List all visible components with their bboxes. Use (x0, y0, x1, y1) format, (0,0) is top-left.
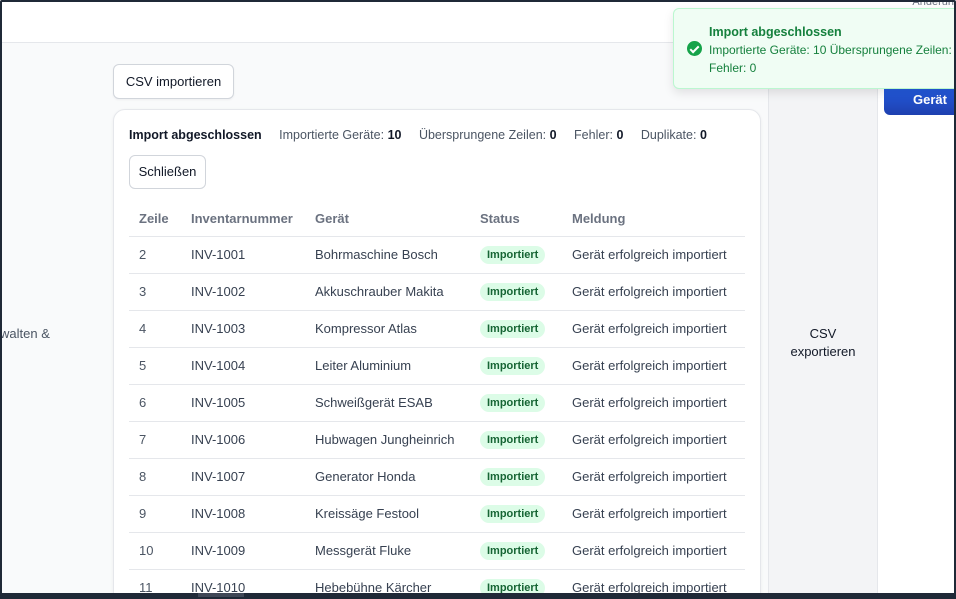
cell-status: Importiert (470, 532, 562, 570)
cell-device: Messgerät Fluke (305, 532, 470, 570)
toast-line-1: Importierte Geräte: 10 Übersprungene Zei… (709, 43, 956, 57)
col-header-status: Status (470, 202, 562, 237)
table-row: 3 INV-1002 Akkuschrauber Makita Importiert G… (129, 273, 745, 311)
table-row: 8 INV-1007 Generator Honda Importiert Gerät … (129, 458, 745, 496)
cell-message: Gerät erfolgreich importiert (562, 495, 745, 533)
stat-duplicates: Duplikate: 0 (640, 128, 707, 142)
cell-message: Gerät erfolgreich importiert (562, 273, 745, 311)
cell-line: 2 (129, 236, 181, 274)
cell-device: Hubwagen Jungheinrich (305, 421, 470, 459)
col-header-line: Zeile (129, 202, 181, 237)
cell-message: Gerät erfolgreich importiert (562, 347, 745, 385)
table-row: 5 INV-1004 Leiter Aluminium Importiert Gerät… (129, 347, 745, 385)
cell-line: 6 (129, 384, 181, 422)
cell-message: Gerät erfolgreich importiert (562, 310, 745, 348)
import-result-table: Zeile Inventarnummer Gerät Status Meldun… (129, 202, 745, 599)
cell-status: Importiert (470, 310, 562, 348)
cell-message: Gerät erfolgreich importiert (562, 458, 745, 496)
status-badge: Importiert (480, 393, 546, 412)
cell-status: Importiert (470, 458, 562, 496)
table-header-row: Zeile Inventarnummer Gerät Status Meldun… (129, 202, 745, 237)
import-result-card: Import abgeschlossen Importierte Geräte:… (113, 109, 761, 599)
cell-device: Kompressor Atlas (305, 310, 470, 348)
status-badge: Importiert (480, 541, 546, 560)
cell-device: Akkuschrauber Makita (305, 273, 470, 311)
cell-status: Importiert (470, 421, 562, 459)
cell-line: 3 (129, 273, 181, 311)
cell-inventory: INV-1009 (181, 532, 305, 570)
table-row: 2 INV-1001 Bohrmaschine Bosch Importiert Ger… (129, 236, 745, 274)
cell-device: Bohrmaschine Bosch (305, 236, 470, 274)
import-toast[interactable]: Import abgeschlossen Importierte Geräte:… (673, 8, 956, 89)
check-circle-icon (687, 41, 702, 56)
cell-status: Importiert (470, 273, 562, 311)
col-header-inventory: Inventarnummer (181, 202, 305, 237)
col-header-message: Meldung (562, 202, 745, 237)
cell-inventory: INV-1006 (181, 421, 305, 459)
taskbar-strip (0, 593, 956, 599)
import-summary: Import abgeschlossen Importierte Geräte:… (129, 128, 721, 142)
import-summary-title: Import abgeschlossen (129, 128, 262, 142)
cell-device: Kreissäge Festool (305, 495, 470, 533)
close-button[interactable]: Schließen (129, 155, 206, 189)
export-csv-label-line2: exportieren (790, 344, 856, 359)
cell-inventory: INV-1004 (181, 347, 305, 385)
cell-status: Importiert (470, 347, 562, 385)
cell-status: Importiert (470, 495, 562, 533)
export-csv-label-line1: CSV (809, 326, 837, 341)
cell-inventory: INV-1008 (181, 495, 305, 533)
cell-line: 5 (129, 347, 181, 385)
status-badge: Importiert (480, 504, 546, 523)
cell-inventory: INV-1005 (181, 384, 305, 422)
cell-device: Generator Honda (305, 458, 470, 496)
cell-status: Importiert (470, 236, 562, 274)
table-row: 4 INV-1003 Kompressor Atlas Importiert Gerät… (129, 310, 745, 348)
cell-line: 7 (129, 421, 181, 459)
cell-message: Gerät erfolgreich importiert (562, 532, 745, 570)
table-row: 9 INV-1008 Kreissäge Festool Importiert Gerä… (129, 495, 745, 533)
cell-device: Schweißgerät ESAB (305, 384, 470, 422)
status-badge: Importiert (480, 356, 546, 375)
export-csv-button[interactable]: CSV exportieren (768, 325, 878, 361)
status-badge: Importiert (480, 245, 546, 264)
export-panel (768, 43, 878, 599)
cell-inventory: INV-1003 (181, 310, 305, 348)
cell-message: Gerät erfolgreich importiert (562, 384, 745, 422)
col-header-device: Gerät (305, 202, 470, 237)
cell-message: Gerät erfolgreich importiert (562, 236, 745, 274)
cell-line: 4 (129, 310, 181, 348)
cell-message: Gerät erfolgreich importiert (562, 421, 745, 459)
right-column (878, 43, 956, 599)
cell-device: Leiter Aluminium (305, 347, 470, 385)
cell-line: 9 (129, 495, 181, 533)
cell-inventory: INV-1007 (181, 458, 305, 496)
toast-title: Import abgeschlossen (709, 25, 842, 39)
cell-status: Importiert (470, 384, 562, 422)
status-badge: Importiert (480, 282, 546, 301)
status-badge: Importiert (480, 430, 546, 449)
table-row: 7 INV-1006 Hubwagen Jungheinrich Importiert… (129, 421, 745, 459)
topbar-corner-text: Anderun (912, 0, 954, 8)
cell-line: 8 (129, 458, 181, 496)
stat-imported: Importierte Geräte: 10 (279, 128, 402, 142)
table-row: 10 INV-1009 Messgerät Fluke Importiert Gerät… (129, 532, 745, 570)
status-badge: Importiert (480, 467, 546, 486)
import-csv-button[interactable]: CSV importieren (113, 64, 234, 99)
toast-line-2: Fehler: 0 (709, 61, 757, 75)
cell-inventory: INV-1001 (181, 236, 305, 274)
stat-errors: Fehler: 0 (574, 128, 624, 142)
table-row: 6 INV-1005 Schweißgerät ESAB Importiert Gerä… (129, 384, 745, 422)
sidebar-partial-label[interactable]: walten & (0, 326, 50, 341)
cell-line: 10 (129, 532, 181, 570)
stat-skipped: Übersprungene Zeilen: 0 (418, 128, 557, 142)
cell-inventory: INV-1002 (181, 273, 305, 311)
status-badge: Importiert (480, 319, 546, 338)
